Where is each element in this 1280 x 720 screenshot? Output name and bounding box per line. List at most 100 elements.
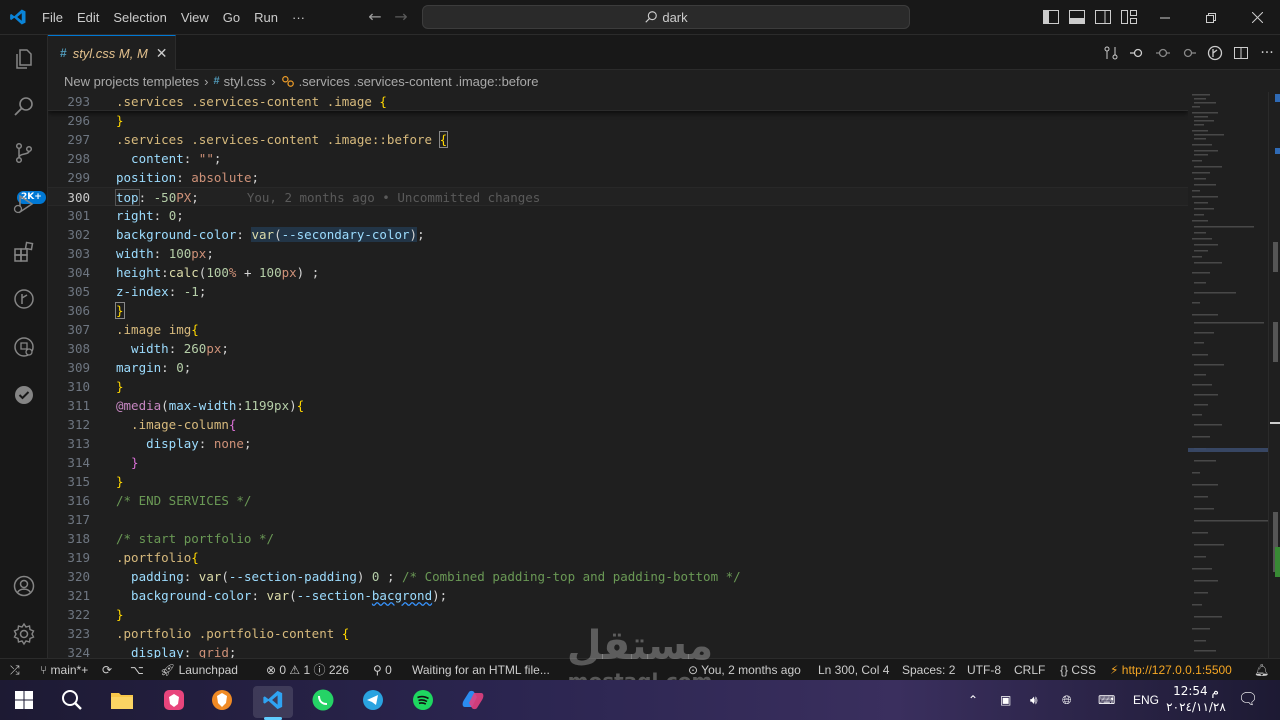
code-line: 297 .services .services-content .image::b… xyxy=(67,131,449,148)
copilot-icon[interactable] xyxy=(459,686,487,714)
editor-tab-bar: # styl.css M, M ✕ xyxy=(48,35,1280,70)
menu-go[interactable]: Go xyxy=(216,0,247,35)
breadcrumb-symbol[interactable]: .services .services-content .image::befo… xyxy=(299,74,539,89)
code-line: 296} xyxy=(67,113,124,128)
browser-icon[interactable] xyxy=(208,686,236,714)
scrollbar-marker xyxy=(1273,242,1278,272)
file-explorer-icon[interactable] xyxy=(108,686,136,714)
notifications-bell-icon[interactable]: 🔔︎ xyxy=(1254,659,1269,681)
ports-indicator[interactable]: ⚲ 0 xyxy=(373,659,392,681)
more-actions-icon[interactable]: ··· xyxy=(1254,42,1280,64)
language-mode[interactable]: {} CSS xyxy=(1060,659,1096,681)
menu-more[interactable]: ··· xyxy=(285,0,312,35)
spotify-icon[interactable] xyxy=(409,686,437,714)
code-line: 315} xyxy=(67,474,124,489)
search-icon[interactable] xyxy=(58,686,86,714)
explorer-files-icon[interactable] xyxy=(12,47,36,71)
code-line: 306} xyxy=(67,302,125,319)
vertical-scrollbar[interactable] xyxy=(1268,92,1280,659)
code-line: 319 .portfolio{ xyxy=(67,550,199,565)
split-editor-icon[interactable] xyxy=(1228,42,1254,64)
minimize-button[interactable] xyxy=(1142,0,1188,35)
remote-indicator-icon[interactable]: ⤮ xyxy=(10,659,20,681)
source-control-icon[interactable] xyxy=(12,141,36,165)
code-line: 303 width: 100px; xyxy=(67,246,214,261)
branch-indicator[interactable]: ⑂ main*+ xyxy=(40,659,88,681)
open-changes-icon[interactable] xyxy=(1098,42,1124,64)
editor-actions: ··· xyxy=(1098,35,1280,70)
windows-start-icon[interactable] xyxy=(10,686,38,714)
code-line: 308 width: 260px; xyxy=(67,341,229,356)
volume-icon[interactable]: 🔊︎ xyxy=(1030,680,1038,720)
telegram-icon[interactable] xyxy=(359,686,387,714)
forward-arrow-icon[interactable]: → xyxy=(393,9,409,25)
title-bar: File Edit Selection View Go Run ··· ← → … xyxy=(0,0,1280,35)
encoding[interactable]: UTF-8 xyxy=(967,659,1001,681)
command-center-search[interactable]: dark xyxy=(422,5,910,29)
extensions-icon[interactable] xyxy=(12,240,36,264)
show-hidden-icons-chevron-icon[interactable]: ⌃ xyxy=(968,680,978,720)
testing-check-icon[interactable] xyxy=(12,383,36,407)
remote-explorer-icon[interactable] xyxy=(12,335,36,359)
git-graph-status-icon[interactable]: ⌥ xyxy=(130,659,144,681)
menu-run[interactable]: Run xyxy=(247,0,285,35)
restore-icon xyxy=(1206,12,1216,23)
clock-date: ٢٠٢٤/١١/٢٨ xyxy=(1166,700,1226,714)
tab-styl-css[interactable]: # styl.css M, M ✕ xyxy=(48,35,176,70)
code-editor[interactable]: 293 .services .services-content .image { … xyxy=(48,92,1188,659)
css-file-icon: # xyxy=(60,46,67,60)
antenna-icon: ⚲ xyxy=(373,663,386,677)
problems-indicator[interactable]: ⊗ 0 ⚠ 1 ⓘ 226 xyxy=(266,659,349,681)
indentation[interactable]: Spaces: 2 xyxy=(902,659,955,681)
close-window-button[interactable] xyxy=(1234,0,1280,35)
end-of-line[interactable]: CRLF xyxy=(1014,659,1045,681)
back-arrow-icon[interactable]: ← xyxy=(367,9,383,25)
search-icon[interactable] xyxy=(12,94,36,118)
menu-edit[interactable]: Edit xyxy=(70,0,106,35)
toggle-primary-sidebar-icon[interactable] xyxy=(1043,10,1059,24)
clock-time: 12:54 م xyxy=(1173,684,1219,698)
git-graph-icon[interactable] xyxy=(12,287,36,311)
live-preview-status[interactable]: Waiting for an HTML file... xyxy=(412,659,550,681)
settings-gear-icon[interactable] xyxy=(12,622,36,646)
git-commit-icon[interactable] xyxy=(1150,42,1176,64)
taskbar-clock[interactable]: 12:54 م ٢٠٢٤/١١/٢٨ xyxy=(1166,683,1226,715)
accounts-icon[interactable] xyxy=(12,574,36,598)
minimap[interactable] xyxy=(1188,92,1268,659)
code-line: 316/* END SERVICES */ xyxy=(67,493,252,508)
menu-file[interactable]: File xyxy=(35,0,70,35)
launchpad-item[interactable]: 🚀︎ Launchpad xyxy=(160,659,238,681)
menu-selection[interactable]: Selection xyxy=(106,0,173,35)
code-line: 298 content: ""; xyxy=(67,151,222,166)
touch-keyboard-icon[interactable]: ⌨ xyxy=(1098,680,1115,720)
breadcrumb-folder[interactable]: New projects templetes xyxy=(64,74,199,89)
vscode-icon[interactable] xyxy=(259,686,287,714)
sync-icon[interactable]: ⟳ xyxy=(102,659,112,681)
network-globe-icon[interactable]: 🌐︎ xyxy=(1062,680,1072,720)
menu-bar: File Edit Selection View Go Run ··· xyxy=(35,0,312,35)
menu-view[interactable]: View xyxy=(174,0,216,35)
code-line: 320 padding: var(--section-padding) 0 ; … xyxy=(67,569,741,584)
scrollbar-marker xyxy=(1275,94,1280,102)
live-server-link[interactable]: ⚡︎ http://127.0.0.1:5500 xyxy=(1110,659,1232,681)
restore-button[interactable] xyxy=(1188,0,1234,35)
notification-center-icon[interactable]: 🗨︎ xyxy=(1238,680,1258,720)
braces-icon: {} xyxy=(1060,663,1072,677)
tab-close-icon[interactable]: ✕ xyxy=(156,45,168,62)
run-debug-icon[interactable] xyxy=(12,192,36,216)
breadcrumb-file[interactable]: styl.css xyxy=(224,74,267,89)
brave-icon[interactable] xyxy=(160,686,188,714)
whatsapp-icon[interactable] xyxy=(309,686,337,714)
customize-layout-icon[interactable] xyxy=(1121,10,1137,24)
toggle-panel-icon[interactable] xyxy=(1069,10,1085,24)
toggle-secondary-sidebar-icon[interactable] xyxy=(1095,10,1111,24)
code-line: 307 .image img{ xyxy=(67,322,199,337)
next-change-icon[interactable] xyxy=(1176,42,1202,64)
git-blame-annotation: You, 2 months ago • Uncommitted changes xyxy=(246,190,541,205)
scrollbar-thumb[interactable] xyxy=(1270,422,1280,424)
meet-now-icon[interactable]: ▣ xyxy=(1000,680,1011,720)
gitlens-icon[interactable] xyxy=(1202,42,1228,64)
input-language[interactable]: ENG xyxy=(1133,680,1159,720)
previous-change-icon[interactable] xyxy=(1124,42,1150,64)
cursor-position[interactable]: Ln 300, Col 4 xyxy=(818,659,889,681)
